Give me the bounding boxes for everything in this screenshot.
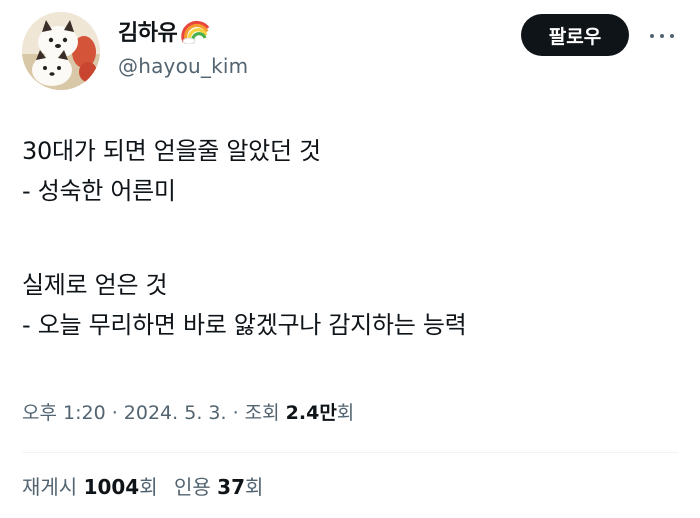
tweet-time[interactable]: 오후 1:20 xyxy=(22,402,106,424)
tweet-stats: 재게시 1004회 인용 37회 xyxy=(22,472,273,502)
display-name-row: 김하유 xyxy=(118,14,248,48)
quotes-suffix: 회 xyxy=(245,475,264,499)
views-suffix: 회 xyxy=(336,402,355,424)
divider xyxy=(22,452,678,453)
user-info: 김하유 @hayou_kim xyxy=(118,14,248,78)
user-handle[interactable]: @hayou_kim xyxy=(118,54,248,78)
retweets-suffix: 회 xyxy=(139,475,158,499)
tweet-header: 김하유 @hayou_kim 팔로우 xyxy=(0,0,700,100)
tweet-text: 30대가 되면 얻을줄 알았던 것 - 성숙한 어른미 실제로 얻은 것 - 오… xyxy=(22,131,672,345)
tweet-line: 30대가 되면 얻을줄 알았던 것 xyxy=(22,137,321,165)
meta-separator: · xyxy=(105,402,124,424)
meta-separator: · xyxy=(226,402,245,424)
tweet-meta: 오후 1:20 · 2024. 5. 3. · 조회 2.4만회 xyxy=(22,398,354,428)
quotes-label: 인용 xyxy=(174,475,218,499)
views-label: 조회 xyxy=(244,402,286,424)
avatar[interactable] xyxy=(22,12,100,90)
tweet-line: - 성숙한 어른미 xyxy=(22,177,176,205)
views-count: 2.4만 xyxy=(285,402,337,424)
follow-button[interactable]: 팔로우 xyxy=(521,14,629,56)
quotes-count: 37 xyxy=(217,475,246,499)
retweets-label: 재게시 xyxy=(22,475,84,499)
retweets-count: 1004 xyxy=(83,475,140,499)
quotes-stat[interactable]: 인용 37회 xyxy=(174,472,263,502)
retweets-stat[interactable]: 재게시 1004회 xyxy=(22,472,158,502)
avatar-shiba-bento-icon xyxy=(22,12,100,90)
tweet-line: 실제로 얻은 것 xyxy=(22,271,168,299)
tweet-date[interactable]: 2024. 5. 3. xyxy=(124,402,227,424)
rainbow-icon xyxy=(181,18,211,45)
more-horizontal-icon[interactable] xyxy=(642,22,682,50)
display-name[interactable]: 김하유 xyxy=(118,15,178,47)
tweet-line: - 오늘 무리하면 바로 앓겠구나 감지하는 능력 xyxy=(22,311,467,339)
